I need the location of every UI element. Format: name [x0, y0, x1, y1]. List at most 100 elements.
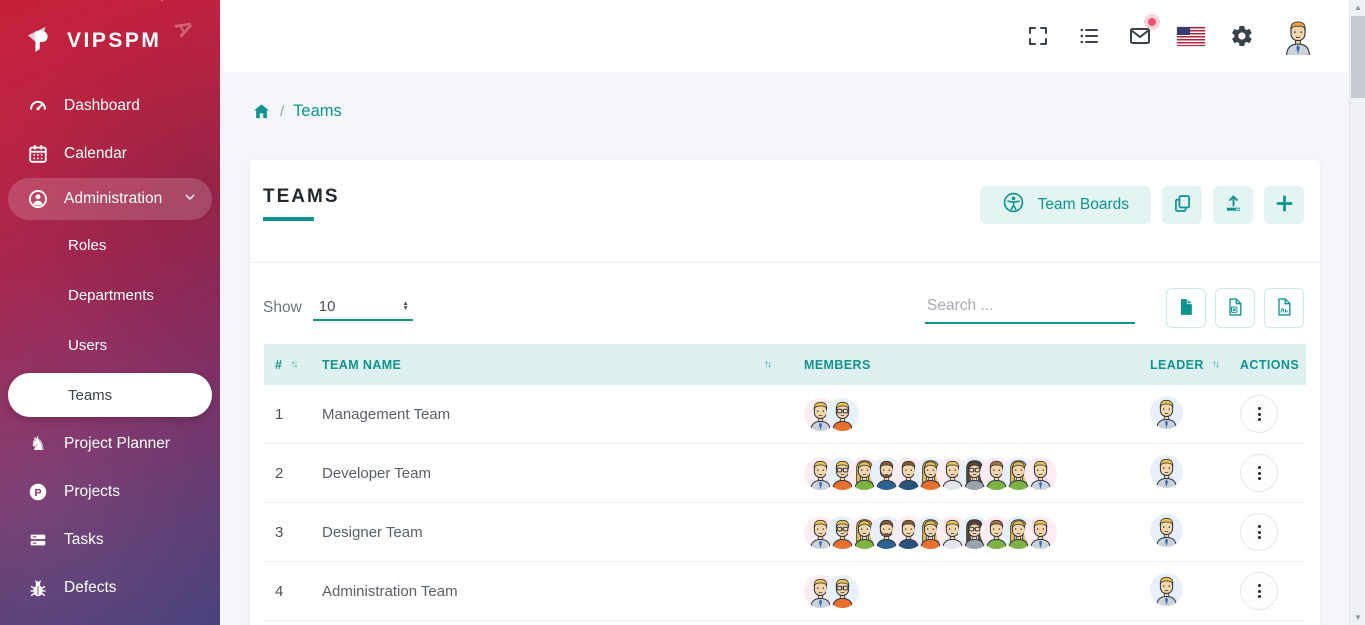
team-name: Administration Team: [322, 583, 782, 600]
plus-icon: [1274, 193, 1295, 217]
scroll-down-icon[interactable]: ▼: [1350, 613, 1365, 622]
topbar-icons: [1024, 0, 1317, 72]
leader-avatar: [1150, 455, 1183, 488]
members-avatars: [782, 398, 1127, 431]
table-body: 1Management Team2Developer Team3Designer…: [264, 385, 1306, 621]
main-content: / Teams TEAMS Team Boards: [220, 72, 1349, 625]
sort-icon[interactable]: ↑↓: [764, 359, 770, 370]
card-toolbar: Team Boards: [980, 186, 1304, 224]
file-excel-icon: [1225, 297, 1245, 320]
brand-logo[interactable]: VIPSPM: [0, 0, 220, 82]
export-pdf-button[interactable]: A: [1264, 288, 1304, 328]
sidebar-item-label: Calendar: [64, 145, 127, 163]
chevron-down-icon: [182, 189, 198, 210]
page-size-select[interactable]: 10 ▲▼: [313, 296, 413, 321]
leader-avatar: [1150, 396, 1183, 429]
file-solid-icon: [1176, 297, 1196, 320]
sidebar-item-project-planner[interactable]: ♞Project Planner: [0, 420, 220, 468]
member-avatar: [826, 575, 859, 608]
row-actions-button[interactable]: [1240, 454, 1278, 492]
mail-icon[interactable]: [1126, 22, 1154, 50]
breadcrumb-current[interactable]: Teams: [293, 102, 342, 121]
scrollbar[interactable]: ▲ ▼: [1349, 0, 1365, 625]
add-team-button[interactable]: [1264, 186, 1304, 224]
members-avatars: [782, 575, 1127, 608]
leader-cell: [1127, 514, 1222, 551]
file-pdf-icon: A: [1274, 297, 1294, 320]
row-number: 4: [264, 583, 322, 600]
members-avatars: [782, 516, 1127, 549]
scrollbar-thumb[interactable]: [1351, 16, 1365, 98]
column-header-#[interactable]: #↑↓: [264, 358, 322, 372]
row-actions-button[interactable]: [1240, 572, 1278, 610]
sidebar-item-label: Tasks: [64, 531, 104, 549]
sidebar-item-projects[interactable]: P Projects: [0, 468, 220, 516]
sort-icon[interactable]: ↑↓: [1212, 359, 1218, 370]
row-actions-button[interactable]: [1240, 513, 1278, 551]
breadcrumb-separator: /: [280, 103, 284, 120]
sidebar-item-tasks[interactable]: Tasks: [0, 516, 220, 564]
table-row: 2Developer Team: [264, 444, 1306, 503]
projects-icon: P: [27, 481, 49, 503]
member-avatar: [826, 398, 859, 431]
tasks-icon: [27, 529, 49, 551]
column-header-team-name[interactable]: TEAM NAME↑↓: [322, 358, 782, 372]
home-icon[interactable]: [252, 102, 271, 121]
sidebar-item-administration[interactable]: Administration: [8, 178, 212, 220]
teams-card: TEAMS Team Boards: [250, 160, 1320, 625]
team-boards-label: Team Boards: [1038, 196, 1129, 214]
us-flag-icon[interactable]: [1177, 22, 1205, 50]
select-arrows-icon: ▲▼: [402, 301, 408, 312]
page-size-value: 10: [319, 298, 336, 315]
copy-teams-button[interactable]: [1162, 186, 1202, 224]
teams-table: #↑↓TEAM NAME↑↓ MEMBERS LEADER ↑↓ ACTIONS 1Man…: [264, 344, 1306, 621]
column-label: LEADER: [1150, 358, 1204, 372]
card-header: TEAMS Team Boards: [250, 160, 1320, 262]
svg-text:P: P: [34, 487, 41, 499]
sidebar-item-label: Administration: [64, 190, 162, 208]
column-label: MEMBERS: [804, 358, 871, 372]
column-header-leader[interactable]: LEADER ↑↓: [1127, 358, 1222, 372]
leader-avatar: [1150, 514, 1183, 547]
table-row: 3Designer Team: [264, 503, 1306, 562]
members-avatars: [782, 457, 1127, 490]
export-copy-button[interactable]: [1166, 288, 1206, 328]
sidebar-item-label: Dashboard: [64, 97, 140, 115]
us-flag: [1177, 27, 1205, 46]
sidebar-item-dashboard[interactable]: Dashboard: [0, 82, 220, 130]
import-button[interactable]: [1213, 186, 1253, 224]
column-label: ACTIONS: [1240, 358, 1299, 372]
upload-icon: [1223, 193, 1244, 217]
settings-icon[interactable]: [1228, 22, 1256, 50]
calendar-icon: [27, 143, 49, 165]
actions-cell: [1222, 513, 1306, 551]
member-avatar: [1024, 516, 1057, 549]
team-boards-button[interactable]: Team Boards: [980, 186, 1151, 224]
sort-icon[interactable]: ↑↓: [290, 359, 296, 370]
sidebar-item-label: Projects: [64, 483, 120, 501]
app-window: E A VIPSPM DashboardCalendarAdministrati…: [0, 0, 1365, 625]
leader-avatar: [1150, 573, 1183, 606]
project-planner-icon: ♞: [27, 433, 49, 455]
topbar: [220, 0, 1349, 72]
sidebar-item-teams[interactable]: Teams: [8, 373, 212, 417]
defects-icon: [27, 577, 49, 599]
title-underline: [263, 217, 314, 221]
sidebar-item-users[interactable]: Users: [0, 320, 220, 370]
scroll-up-icon[interactable]: ▲: [1350, 3, 1365, 12]
user-avatar[interactable]: [1279, 17, 1317, 55]
leader-cell: [1127, 573, 1222, 610]
sidebar-item-departments[interactable]: Departments: [0, 270, 220, 320]
fullscreen-icon[interactable]: [1024, 22, 1052, 50]
sidebar-item-calendar[interactable]: Calendar: [0, 130, 220, 178]
sidebar-item-roles[interactable]: Roles: [0, 220, 220, 270]
actions-cell: [1222, 454, 1306, 492]
row-actions-button[interactable]: [1240, 395, 1278, 433]
list-icon[interactable]: [1075, 22, 1103, 50]
export-excel-button[interactable]: [1215, 288, 1255, 328]
notification-badge: [1148, 18, 1156, 26]
sidebar-item-defects[interactable]: Defects: [0, 564, 220, 612]
search-input[interactable]: [925, 292, 1135, 324]
table-row: 4Administration Team: [264, 562, 1306, 621]
vipspm-logo-icon: [26, 25, 58, 57]
